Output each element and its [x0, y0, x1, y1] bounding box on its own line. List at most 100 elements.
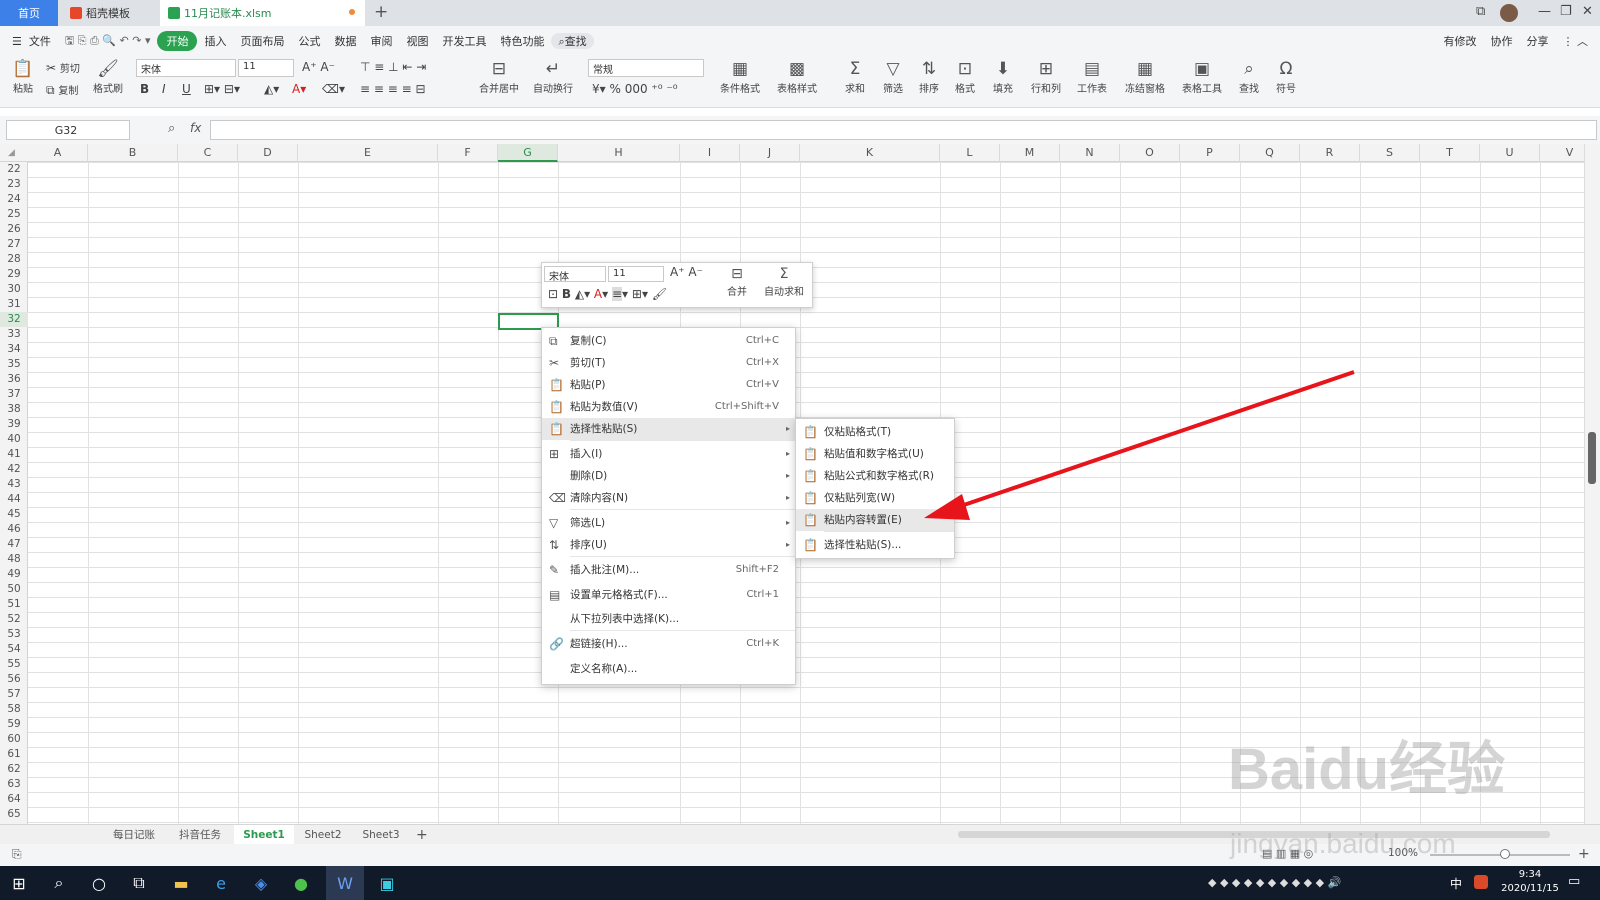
tab-template[interactable]: 稻壳模板: [60, 0, 158, 26]
border-icon[interactable]: ⊞▾ ⊟▾: [204, 82, 240, 96]
sort-button[interactable]: ⇅ 排序: [916, 58, 942, 95]
sogou-ime-icon[interactable]: [1474, 875, 1488, 889]
symbol-button[interactable]: Ω 符号: [1272, 58, 1300, 95]
wechat-icon[interactable]: ●: [282, 866, 320, 900]
menu-collaborate[interactable]: 协作: [1484, 33, 1520, 49]
row-header-28[interactable]: 28: [0, 252, 28, 267]
context-item-1[interactable]: ✂ 剪切(T) Ctrl+X: [542, 352, 795, 374]
table-style-button[interactable]: ▩ 表格样式: [772, 58, 822, 95]
mini-autosum-button[interactable]: Σ 自动求和: [758, 265, 810, 298]
context-item-4[interactable]: 📋 选择性粘贴(S) ▸: [542, 418, 795, 440]
column-header-m[interactable]: M: [1000, 144, 1060, 162]
row-header-30[interactable]: 30: [0, 282, 28, 297]
conditional-format-button[interactable]: ▦ 条件格式: [716, 58, 764, 95]
sum-button[interactable]: Σ 求和: [842, 58, 868, 95]
bold-icon[interactable]: B: [140, 82, 149, 96]
context-item-3[interactable]: 📋 粘贴为数值(V) Ctrl+Shift+V: [542, 396, 795, 418]
tab-document[interactable]: 11月记账本.xlsm: [160, 0, 365, 26]
row-header-46[interactable]: 46: [0, 522, 28, 537]
horizontal-align-icons[interactable]: ≡ ≡ ≡ ≡ ⊟: [360, 82, 426, 96]
row-header-42[interactable]: 42: [0, 462, 28, 477]
row-header-48[interactable]: 48: [0, 552, 28, 567]
sheet-tab-sheet3[interactable]: Sheet3: [352, 825, 410, 845]
column-header-j[interactable]: J: [740, 144, 800, 162]
row-header-22[interactable]: 22: [0, 162, 28, 177]
context-item-0[interactable]: ⧉ 复制(C) Ctrl+C: [542, 330, 795, 352]
menu-page-layout[interactable]: 页面布局: [233, 33, 291, 49]
column-header-g[interactable]: G: [498, 144, 558, 162]
worksheet-button[interactable]: ▤ 工作表: [1074, 58, 1110, 95]
edge-browser-icon[interactable]: e: [202, 866, 240, 900]
task-view-icon[interactable]: ⧉: [120, 866, 158, 900]
sheet-tab-douyin[interactable]: 抖音任务: [170, 825, 230, 845]
row-header-26[interactable]: 26: [0, 222, 28, 237]
menu-start[interactable]: 开始: [157, 31, 198, 51]
row-header-63[interactable]: 63: [0, 777, 28, 792]
freeze-panes-button[interactable]: ▦ 冻结窗格: [1120, 58, 1170, 95]
taskbar-search-icon[interactable]: ⌕: [40, 866, 78, 900]
context-item-14[interactable]: 定义名称(A)...: [542, 658, 795, 680]
row-header-32[interactable]: 32: [0, 312, 28, 327]
column-header-p[interactable]: P: [1180, 144, 1240, 162]
taskbar-app-icon[interactable]: ▣: [368, 866, 406, 900]
row-header-24[interactable]: 24: [0, 192, 28, 207]
row-header-54[interactable]: 54: [0, 642, 28, 657]
file-explorer-icon[interactable]: ▬: [162, 866, 200, 900]
menu-developer[interactable]: 开发工具: [435, 33, 493, 49]
context-item-13[interactable]: 🔗 超链接(H)... Ctrl+K: [542, 633, 795, 655]
mini-format-icons[interactable]: ⊡ B ◭▾ A▾ ≡▾ ⊞▾ 🖌: [548, 287, 667, 301]
row-header-64[interactable]: 64: [0, 792, 28, 807]
row-col-button[interactable]: ⊞ 行和列: [1028, 58, 1064, 95]
submenu-item-2[interactable]: 📋 粘贴公式和数字格式(R): [796, 465, 954, 487]
column-header-f[interactable]: F: [438, 144, 498, 162]
italic-icon[interactable]: I: [162, 82, 166, 96]
zoom-formula-icon[interactable]: ⌕: [168, 121, 175, 136]
select-all-corner[interactable]: ◢: [8, 148, 15, 158]
system-tray-icons[interactable]: ◆ ◆ ◆ ◆ ◆ ◆ ◆ ◆ ◆ ◆ 🔊: [1208, 876, 1341, 889]
submenu-item-1[interactable]: 📋 粘贴值和数字格式(U): [796, 443, 954, 465]
column-header-h[interactable]: H: [558, 144, 680, 162]
row-header-29[interactable]: 29: [0, 267, 28, 282]
column-header-i[interactable]: I: [680, 144, 740, 162]
sheet-tab-daily[interactable]: 每日记账: [104, 825, 164, 845]
context-item-8[interactable]: ▽ 筛选(L) ▸: [542, 512, 795, 534]
context-item-6[interactable]: 删除(D) ▸: [542, 465, 795, 487]
column-header-a[interactable]: A: [28, 144, 88, 162]
row-header-41[interactable]: 41: [0, 447, 28, 462]
submenu-item-4[interactable]: 📋 粘贴内容转置(E): [796, 509, 954, 531]
font-size-select[interactable]: 11: [238, 59, 294, 77]
submenu-item-5[interactable]: 📋 选择性粘贴(S)...: [796, 534, 954, 556]
row-header-58[interactable]: 58: [0, 702, 28, 717]
menu-file[interactable]: 文件: [29, 33, 58, 49]
filter-button[interactable]: ▽ 筛选: [880, 58, 906, 95]
close-icon[interactable]: ✕: [1582, 4, 1593, 19]
clear-format-icon[interactable]: ⌫▾: [322, 82, 345, 96]
notification-icon[interactable]: ▭: [1568, 874, 1580, 889]
vertical-scrollbar[interactable]: [1584, 144, 1600, 824]
paste-button[interactable]: 📋 粘贴: [8, 58, 38, 95]
name-box[interactable]: G32: [6, 120, 130, 140]
font-family-select[interactable]: 宋体: [136, 59, 236, 77]
mini-font-grow-shrink-icons[interactable]: A⁺ A⁻: [670, 265, 703, 279]
row-header-25[interactable]: 25: [0, 207, 28, 222]
merge-center-button[interactable]: ⊟ 合并居中: [474, 58, 524, 95]
row-header-50[interactable]: 50: [0, 582, 28, 597]
font-grow-shrink-icons[interactable]: A⁺ A⁻: [302, 60, 335, 74]
vertical-align-icons[interactable]: ⊤ ≡ ⊥ ⇤ ⇥: [360, 60, 426, 74]
cortana-icon[interactable]: ○: [80, 866, 118, 900]
row-header-43[interactable]: 43: [0, 477, 28, 492]
menu-modified[interactable]: 有修改: [1437, 33, 1484, 49]
format-button[interactable]: ⊡ 格式: [952, 58, 978, 95]
context-item-11[interactable]: ▤ 设置单元格格式(F)... Ctrl+1: [542, 584, 795, 606]
row-header-56[interactable]: 56: [0, 672, 28, 687]
column-header-k[interactable]: K: [800, 144, 940, 162]
ime-indicator[interactable]: 中: [1450, 875, 1462, 892]
wps-writer-icon[interactable]: W: [326, 866, 364, 900]
row-header-47[interactable]: 47: [0, 537, 28, 552]
row-header-61[interactable]: 61: [0, 747, 28, 762]
row-header-52[interactable]: 52: [0, 612, 28, 627]
row-header-51[interactable]: 51: [0, 597, 28, 612]
fill-color-icon[interactable]: ◭▾: [264, 82, 279, 96]
column-header-o[interactable]: O: [1120, 144, 1180, 162]
number-format-select[interactable]: 常规: [588, 59, 704, 77]
